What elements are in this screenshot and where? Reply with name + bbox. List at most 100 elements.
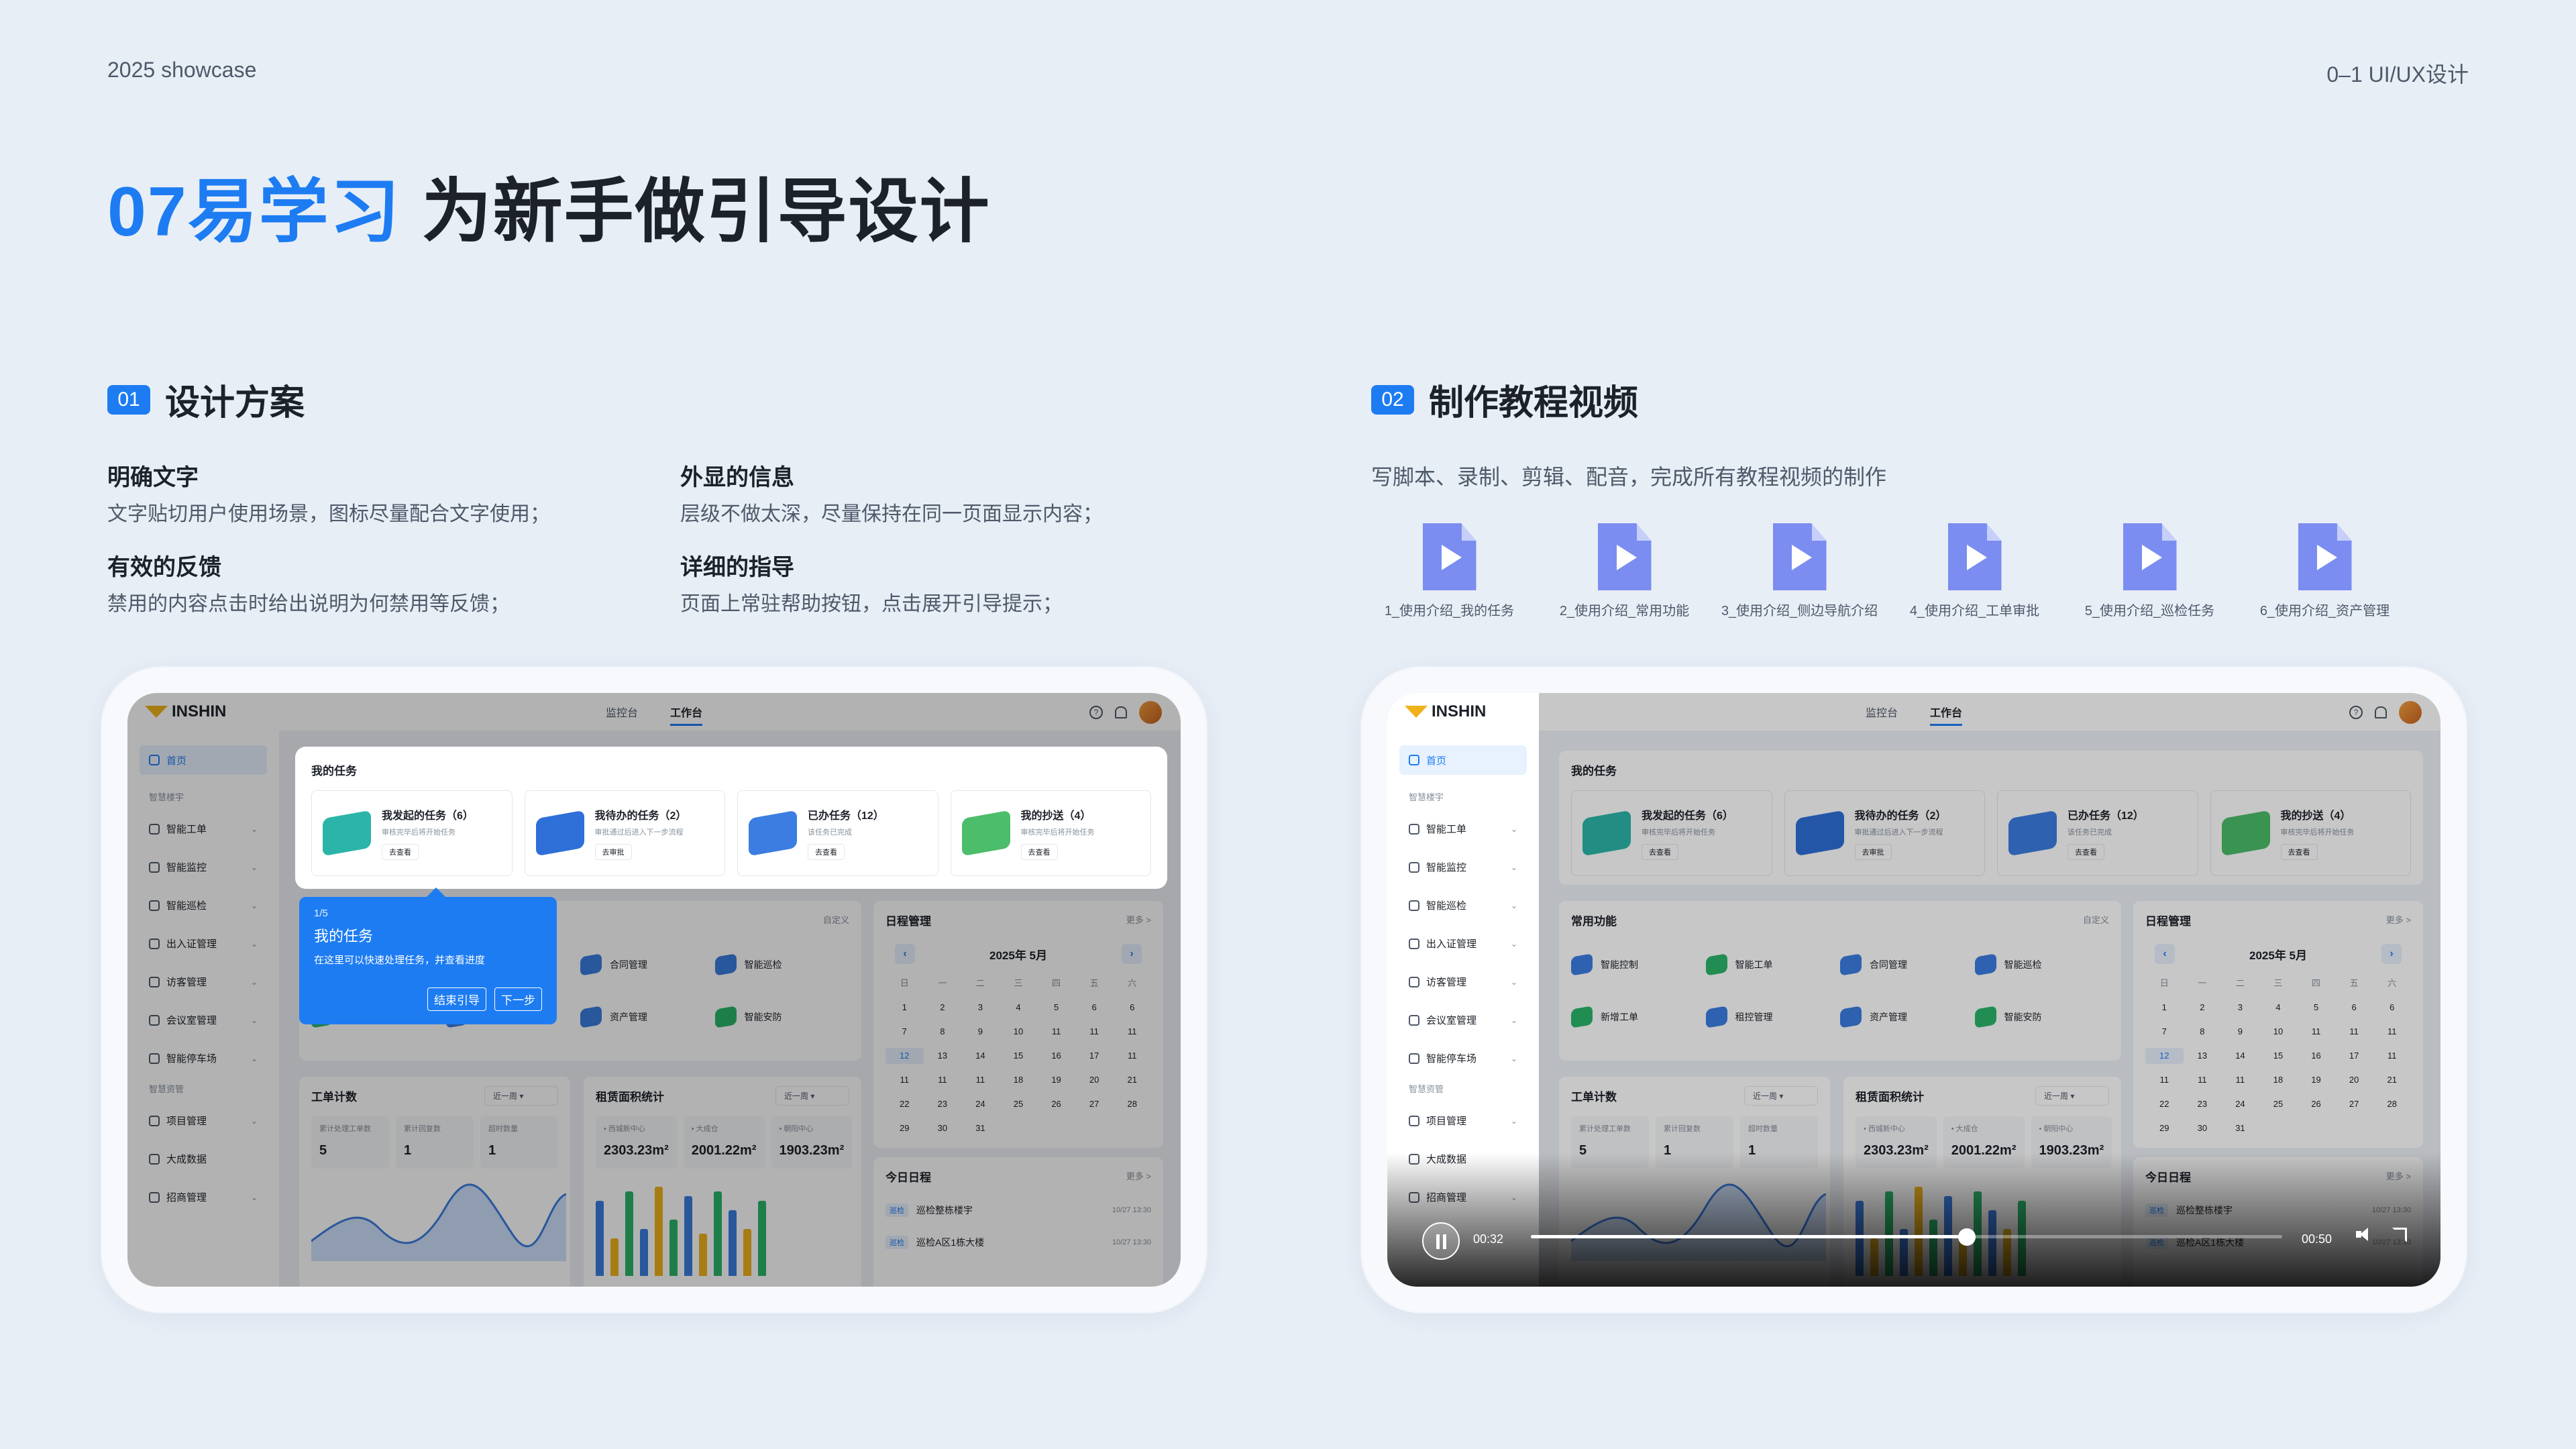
card-title: 我的任务 <box>311 765 357 777</box>
chevron-down-icon: ⌄ <box>1510 1015 1517 1025</box>
sidebar-item[interactable]: 会议室管理 ⌄ <box>1399 1001 1527 1039</box>
task-subtitle: 该任务已完成 <box>808 828 852 837</box>
title-accent: 07易学习 <box>107 173 401 251</box>
task-action-button[interactable]: 去查看 <box>808 844 845 860</box>
chevron-down-icon: ⌄ <box>1510 938 1517 949</box>
play-icon <box>1441 545 1462 570</box>
total-time: 00:50 <box>2301 1232 2332 1246</box>
video-screen: INSHIN 监控台 工作台 ? 首页 智慧楼宇 智能工单 ⌄ 智能监控 ⌄ 智能巡检 ⌄… <box>1387 693 2440 1287</box>
current-time: 00:32 <box>1473 1232 1504 1246</box>
sidebar-item-label: 首页 <box>1426 755 1447 767</box>
end-guide-button[interactable]: 结束引导 <box>427 987 486 1011</box>
chevron-down-icon: ⌄ <box>1510 1116 1517 1126</box>
point-3: 有效的反馈 禁用的内容点击时给出说明为何禁用等反馈； <box>107 549 510 616</box>
point-4: 详细的指导 页面上常驻帮助按钮，点击展开引导提示； <box>680 549 1063 616</box>
sidebar-item[interactable]: 智能监控 ⌄ <box>1399 848 1527 886</box>
sidebar-item-label: 项目管理 <box>1426 1116 1467 1127</box>
video-item[interactable]: 4_使用介绍_工单审批 <box>1887 523 2062 619</box>
sidebar-item[interactable]: 项目管理 ⌄ <box>1399 1102 1527 1140</box>
chevron-down-icon: ⌄ <box>1510 900 1517 910</box>
sidebar-item-label: 会议室管理 <box>1426 1015 1477 1026</box>
category-label: 0–1 UI/UX设计 <box>2326 62 2469 87</box>
chevron-down-icon: ⌄ <box>1510 1053 1517 1063</box>
logo-mark-icon <box>1405 706 1428 718</box>
section-number: 02 <box>1371 384 1414 415</box>
fullscreen-icon[interactable] <box>2392 1228 2407 1242</box>
video-label: 1_使用介绍_我的任务 <box>1384 604 1515 619</box>
point-desc: 文字贴切用户使用场景，图标尽量配合文字使用； <box>107 503 550 525</box>
task-action-button[interactable]: 去查看 <box>382 844 419 860</box>
page-title: 07易学习 为新手做引导设计 <box>107 154 991 256</box>
task-action-button[interactable]: 去审批 <box>594 844 632 860</box>
play-icon <box>1616 545 1637 570</box>
task-list: 我发起的任务（6） 审核完毕后将开始任务 去查看 我待办的任务（2） 审批通过后进入下一… <box>311 790 1151 876</box>
video-item[interactable]: 6_使用介绍_资产管理 <box>2237 523 2412 619</box>
video-item[interactable]: 1_使用介绍_我的任务 <box>1362 523 1537 619</box>
chevron-down-icon: ⌄ <box>1510 862 1517 872</box>
guide-screen: INSHIN 监控台 工作台 ? 首页 智慧楼宇 智能工单 ⌄ 智能监控 ⌄ 智能巡检 ⌄… <box>127 693 1181 1287</box>
task-illustration-icon <box>961 810 1010 857</box>
progress-bar[interactable] <box>1531 1228 2282 1246</box>
section-heading-1: 01 设计方案 <box>107 374 305 425</box>
sidebar-group-label: 智慧资管 <box>1409 1084 1444 1094</box>
video-file-icon <box>1947 523 2002 590</box>
menu-icon <box>1409 976 1419 987</box>
sidebar-item-label: 智能巡检 <box>1426 900 1467 912</box>
task-item: 我待办的任务（2） 审批通过后进入下一步流程 去审批 <box>524 790 725 876</box>
next-step-button[interactable]: 下一步 <box>494 987 542 1011</box>
task-illustration-icon <box>535 810 584 857</box>
guide-tooltip: 1/5 我的任务在这里可以快速处理任务，并查看进度结束引导 下一步 <box>299 888 557 1024</box>
chevron-down-icon: ⌄ <box>1510 824 1517 834</box>
pause-button[interactable] <box>1422 1222 1460 1260</box>
task-item: 已办任务（12） 该任务已完成 去查看 <box>737 790 938 876</box>
menu-icon <box>1409 1014 1419 1026</box>
task-subtitle: 审核完毕后将开始任务 <box>1020 828 1095 837</box>
menu-icon <box>1409 1053 1419 1064</box>
video-file-icon <box>1597 523 1652 590</box>
video-item[interactable]: 3_使用介绍_侧边导航介绍 <box>1712 523 1887 619</box>
sidebar-item[interactable]: 访客管理 ⌄ <box>1399 963 1527 1001</box>
logo-text: INSHIN <box>1432 702 1487 720</box>
task-action-button[interactable]: 去查看 <box>1020 844 1058 860</box>
point-title: 外显的信息 <box>680 465 794 490</box>
sidebar-group-label: 智慧楼宇 <box>1409 792 1444 802</box>
tasks-card: 我的任务 我发起的任务（6） 审核完毕后将开始任务 去查看 我待办的任务（2） 审批通过… <box>299 751 1163 885</box>
task-subtitle: 审核完毕后将开始任务 <box>382 828 455 837</box>
sidebar-item-label: 访客管理 <box>1426 977 1467 988</box>
sidebar-item-home[interactable]: 首页 <box>1399 745 1527 775</box>
menu-icon <box>1409 900 1419 911</box>
video-list: 1_使用介绍_我的任务 2_使用介绍_常用功能 3_使用介绍_侧边导航介绍 4_使用介… <box>1362 523 2412 619</box>
guide-desc: 在这里可以快速处理任务，并查看进度 <box>314 955 486 966</box>
task-item: 我发起的任务（6） 审核完毕后将开始任务 去查看 <box>311 790 513 876</box>
task-illustration-icon <box>323 810 371 857</box>
chevron-down-icon: ⌄ <box>1510 977 1517 987</box>
play-icon <box>1966 545 1987 570</box>
guide-title: 我的任务 <box>314 928 374 945</box>
progress-fill <box>1531 1235 1967 1238</box>
app-logo: INSHIN <box>1405 702 1486 721</box>
video-file-icon <box>1772 523 1827 590</box>
sidebar-item-label: 智能工单 <box>1426 824 1467 835</box>
guide-step: 1/5 <box>314 908 328 919</box>
section-desc: 写脚本、录制、剪辑、配音，完成所有教程视频的制作 <box>1371 465 1887 489</box>
progress-handle[interactable] <box>1957 1228 1976 1246</box>
sidebar-item[interactable]: 智能工单 ⌄ <box>1399 810 1527 848</box>
menu-icon <box>1409 1115 1419 1126</box>
point-title: 明确文字 <box>107 465 199 490</box>
task-title: 我待办的任务（2） <box>594 810 687 822</box>
video-item[interactable]: 2_使用介绍_常用功能 <box>1537 523 1712 619</box>
section-title: 制作教程视频 <box>1429 384 1639 423</box>
video-item[interactable]: 5_使用介绍_巡检任务 <box>2062 523 2237 619</box>
task-title: 我的抄送（4） <box>1020 810 1091 822</box>
grid-icon <box>1409 755 1419 765</box>
volume-icon[interactable] <box>2356 1228 2372 1241</box>
menu-icon <box>1409 938 1419 949</box>
sidebar-item-label: 智能停车场 <box>1426 1053 1477 1065</box>
point-1: 明确文字文字贴切用户使用场景，图标尽量配合文字使用； <box>107 459 550 527</box>
video-label: 6_使用介绍_资产管理 <box>2259 604 2390 619</box>
sidebar-item[interactable]: 出入证管理 ⌄ <box>1399 924 1527 963</box>
sidebar-item[interactable]: 智能巡检 ⌄ <box>1399 886 1527 924</box>
point-desc: 层级不做太深，尽量保持在同一页面显示内容； <box>680 503 1103 525</box>
sidebar-item[interactable]: 智能停车场 ⌄ <box>1399 1039 1527 1077</box>
video-label: 3_使用介绍_侧边导航介绍 <box>1721 604 1878 619</box>
